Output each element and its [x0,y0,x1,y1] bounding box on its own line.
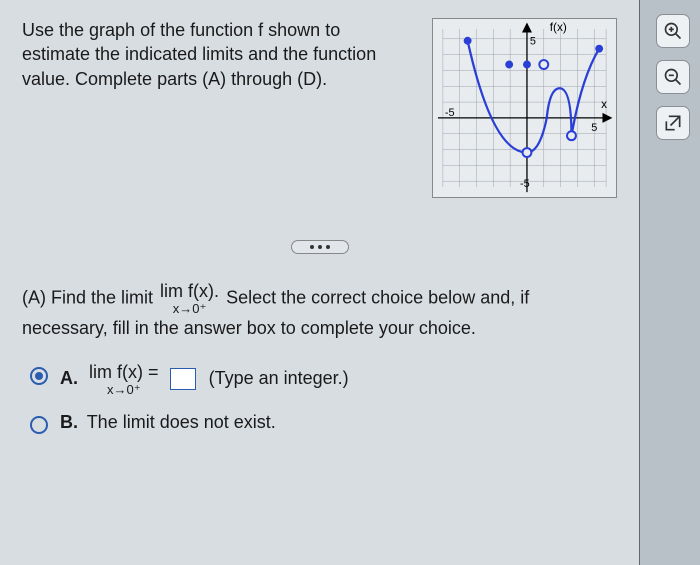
svg-text:-5: -5 [445,107,455,119]
radio-choice-b[interactable] [30,416,48,434]
ellipsis-icon [291,240,349,254]
zoom-out-button[interactable] [656,60,690,94]
choice-a-letter: A. [60,368,78,388]
part-a-prompt-pre: (A) Find the limit [22,287,158,307]
zoom-in-button[interactable] [656,14,690,48]
zoom-out-icon [663,67,683,87]
function-graph: -5 5 5 -5 f(x) x [432,18,617,198]
limit-notation: lim f(x). x→0⁺ [160,282,219,315]
svg-text:5: 5 [530,36,536,48]
y-axis-label: f(x) [550,20,567,34]
choice-b[interactable]: B. The limit does not exist. [30,412,617,434]
zoom-in-icon [663,21,683,41]
x-axis-label: x [601,97,607,111]
choice-a[interactable]: A. lim f(x) = x→0⁺ (Type an integer.) [30,363,617,396]
svg-text:-5: -5 [520,178,530,190]
choice-a-hint: (Type an integer.) [209,368,349,388]
svg-text:5: 5 [591,122,597,134]
problem-instructions: Use the graph of the function f shown to… [22,18,412,91]
choice-a-limit: lim f(x) = x→0⁺ [89,363,159,396]
external-link-icon [663,113,683,133]
choice-b-text: The limit does not exist. [87,412,276,432]
open-external-button[interactable] [656,106,690,140]
section-divider[interactable] [22,236,617,254]
answer-input[interactable] [170,368,196,390]
choice-b-letter: B. [60,412,78,432]
radio-choice-a[interactable] [30,367,48,385]
